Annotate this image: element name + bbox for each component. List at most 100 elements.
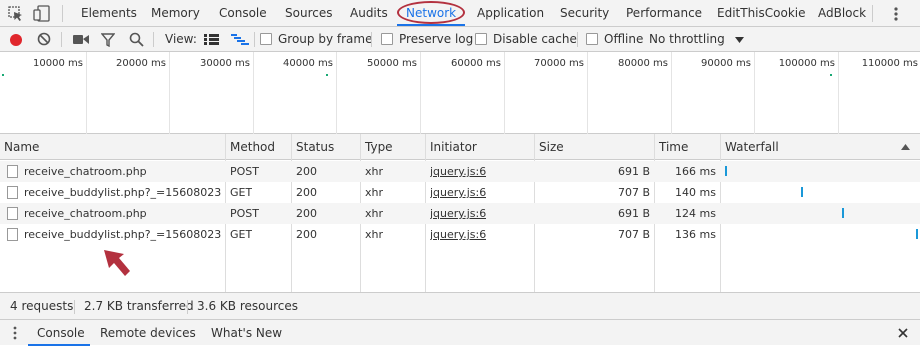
- overview-tick-label: 50000 ms: [367, 58, 417, 69]
- tab-adblock[interactable]: AdBlock: [818, 0, 866, 27]
- offline-checkbox[interactable]: [586, 33, 598, 45]
- request-method: GET: [230, 228, 253, 241]
- column-header-status[interactable]: Status: [292, 134, 361, 160]
- more-options-icon[interactable]: [893, 6, 899, 22]
- tab-performance[interactable]: Performance: [626, 0, 702, 27]
- tab-security[interactable]: Security: [560, 0, 609, 27]
- request-size: 707 B: [617, 228, 650, 241]
- network-summary-bar: 4 requests 2.7 KB transferred 3.6 KB res…: [0, 292, 920, 319]
- network-toolbar: View: Group by frame Preserve log Disabl…: [0, 27, 920, 52]
- tab-editthiscookie[interactable]: EditThisCookie: [717, 0, 806, 27]
- drawer-tab-bar: Console Remote devices What's New: [0, 319, 920, 346]
- document-icon: [7, 165, 18, 178]
- tab-elements[interactable]: Elements: [81, 0, 137, 27]
- overview-tick-label: 100000 ms: [778, 58, 835, 69]
- overview-tick-label: 40000 ms: [283, 58, 333, 69]
- tab-separator: [872, 5, 873, 22]
- request-size: 707 B: [617, 186, 650, 199]
- column-header-type[interactable]: Type: [361, 134, 426, 160]
- table-row[interactable]: receive_buddylist.php?_=15608023... GET …: [0, 182, 920, 203]
- overview-tick-label: 20000 ms: [116, 58, 166, 69]
- table-row[interactable]: receive_chatroom.php POST 200 xhr jquery…: [0, 203, 920, 224]
- annotation-arrow: [104, 250, 130, 276]
- overview-tick-label: 10000 ms: [33, 58, 83, 69]
- column-header-method[interactable]: Method: [226, 134, 292, 160]
- request-name[interactable]: receive_buddylist.php?_=15608023...: [24, 224, 222, 245]
- request-initiator-link[interactable]: jquery.js:6: [430, 224, 486, 245]
- drawer-tab-console[interactable]: Console: [37, 320, 85, 346]
- request-name[interactable]: receive_buddylist.php?_=15608023...: [24, 182, 222, 203]
- disable-cache-label: Disable cache: [493, 32, 577, 46]
- show-overview-icon[interactable]: [231, 34, 249, 46]
- column-header-waterfall[interactable]: Waterfall: [721, 134, 920, 160]
- annotation-oval: [397, 1, 465, 24]
- request-status: 200: [296, 228, 317, 241]
- request-time: 140 ms: [675, 186, 716, 199]
- overview-tick-label: 90000 ms: [701, 58, 751, 69]
- waterfall-bar: [842, 208, 844, 218]
- column-header-name[interactable]: Name: [0, 134, 226, 160]
- active-tab-indicator: [397, 24, 465, 26]
- tab-sources[interactable]: Sources: [285, 0, 332, 27]
- close-icon[interactable]: [898, 328, 908, 338]
- preserve-log-checkbox[interactable]: [381, 33, 393, 45]
- group-by-frame-checkbox[interactable]: [260, 33, 272, 45]
- document-icon: [7, 186, 18, 199]
- overview-tick-label: 60000 ms: [451, 58, 501, 69]
- overview-request-marker: [2, 74, 4, 76]
- request-status: 200: [296, 186, 317, 199]
- resources-size: 3.6 KB resources: [197, 299, 298, 313]
- table-row[interactable]: receive_buddylist.php?_=15608023... GET …: [0, 224, 920, 245]
- device-toolbar-icon[interactable]: [33, 5, 51, 22]
- timeline-overview[interactable]: 10000 ms 20000 ms 30000 ms 40000 ms 5000…: [0, 52, 920, 134]
- chevron-down-icon[interactable]: [735, 37, 744, 43]
- waterfall-bar: [725, 166, 727, 176]
- overview-tick-label: 110000 ms: [861, 58, 918, 69]
- request-method: GET: [230, 186, 253, 199]
- sort-ascending-icon[interactable]: [901, 144, 910, 150]
- record-icon[interactable]: [9, 33, 23, 47]
- request-name[interactable]: receive_chatroom.php: [24, 161, 222, 182]
- inspect-element-icon[interactable]: [8, 6, 24, 22]
- toolbar-separator: [61, 32, 62, 47]
- view-label: View:: [165, 32, 197, 46]
- request-type: xhr: [365, 165, 384, 178]
- request-type: xhr: [365, 186, 384, 199]
- throttling-select[interactable]: No throttling: [649, 27, 725, 52]
- drawer-menu-icon[interactable]: [13, 326, 17, 340]
- offline-label: Offline: [604, 32, 644, 46]
- drawer-tab-remote-devices[interactable]: Remote devices: [100, 320, 196, 346]
- capture-screenshots-icon[interactable]: [73, 34, 89, 45]
- request-count: 4 requests: [10, 299, 74, 313]
- request-initiator-link[interactable]: jquery.js:6: [430, 203, 486, 224]
- tab-console[interactable]: Console: [219, 0, 267, 27]
- table-row[interactable]: receive_chatroom.php POST 200 xhr jquery…: [0, 161, 920, 182]
- waterfall-bar: [801, 187, 803, 197]
- tab-audits[interactable]: Audits: [350, 0, 388, 27]
- summary-separator: [74, 300, 75, 314]
- request-type: xhr: [365, 207, 384, 220]
- overview-tick-label: 30000 ms: [200, 58, 250, 69]
- large-rows-icon[interactable]: [204, 34, 219, 45]
- tab-memory[interactable]: Memory: [151, 0, 200, 27]
- requests-table-header: Name Method Status Type Initiator Size T…: [0, 134, 920, 160]
- filter-icon[interactable]: [101, 33, 115, 47]
- search-icon[interactable]: [129, 32, 144, 47]
- overview-request-marker: [326, 74, 328, 76]
- drawer-tab-whats-new[interactable]: What's New: [211, 320, 282, 346]
- transferred-size: 2.7 KB transferred: [84, 299, 194, 313]
- column-header-size[interactable]: Size: [535, 134, 655, 160]
- column-header-initiator[interactable]: Initiator: [426, 134, 535, 160]
- request-name[interactable]: receive_chatroom.php: [24, 203, 222, 224]
- request-time: 136 ms: [675, 228, 716, 241]
- request-initiator-link[interactable]: jquery.js:6: [430, 182, 486, 203]
- request-initiator-link[interactable]: jquery.js:6: [430, 161, 486, 182]
- column-header-time[interactable]: Time: [655, 134, 721, 160]
- group-by-frame-label: Group by frame: [278, 32, 373, 46]
- overview-tick-label: 70000 ms: [534, 58, 584, 69]
- disable-cache-checkbox[interactable]: [475, 33, 487, 45]
- request-status: 200: [296, 165, 317, 178]
- tab-application[interactable]: Application: [477, 0, 544, 27]
- clear-icon[interactable]: [37, 32, 51, 46]
- summary-separator: [187, 300, 188, 314]
